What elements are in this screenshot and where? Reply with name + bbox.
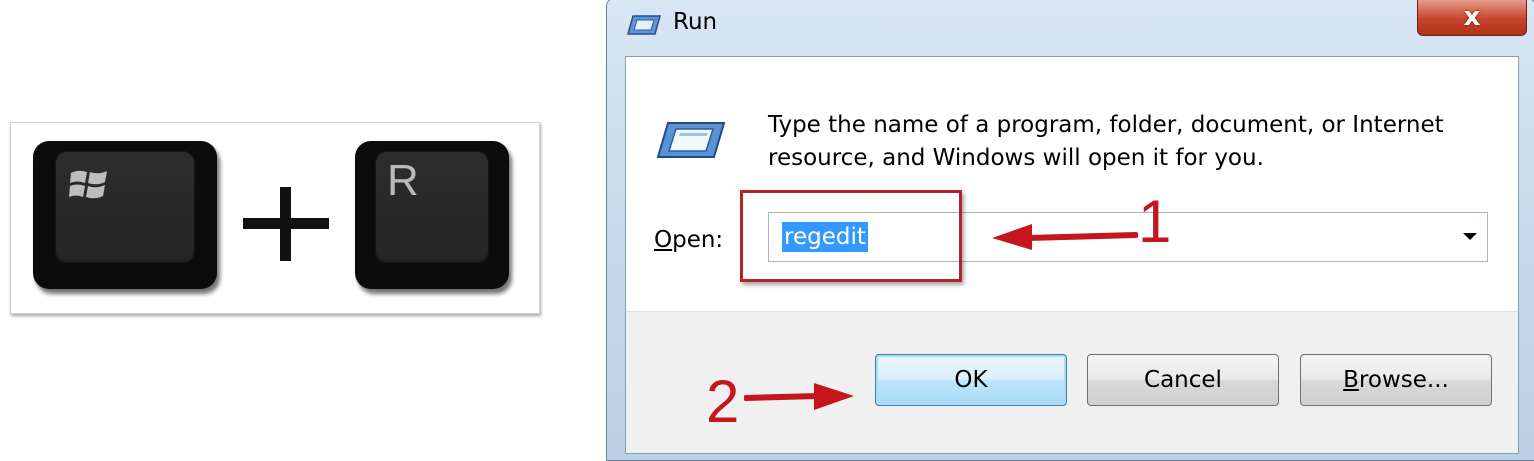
browse-label: rowse... [1358,367,1449,393]
open-label-accesskey: O [654,227,673,253]
dialog-description: Type the name of a program, folder, docu… [768,112,1444,171]
step-1-label: 1 [1138,188,1172,255]
r-key: R [355,141,509,289]
plus-sign [243,187,329,261]
browse-accesskey: B [1343,367,1359,393]
open-label-text: pen: [672,227,724,253]
step-2-label: 2 [706,368,740,435]
highlight-box [740,190,962,282]
windows-logo-icon [69,170,107,199]
run-program-icon [656,122,726,158]
close-icon: x [1463,2,1481,32]
keyboard-shortcut-image: R [10,122,540,314]
browse-button[interactable]: Browse... [1300,354,1492,406]
ok-button[interactable]: OK [875,354,1067,406]
open-label: Open: [654,227,723,253]
cancel-button[interactable]: Cancel [1087,354,1279,406]
r-key-label: R [387,156,419,205]
window-title: Run [673,9,718,35]
run-titlebar-icon [627,15,661,35]
arrow-to-ok-icon [744,383,854,410]
close-button[interactable]: x [1417,0,1527,36]
dropdown-arrow-icon[interactable] [1463,233,1477,240]
windows-key [33,141,217,289]
arrow-to-input-icon [992,224,1138,250]
